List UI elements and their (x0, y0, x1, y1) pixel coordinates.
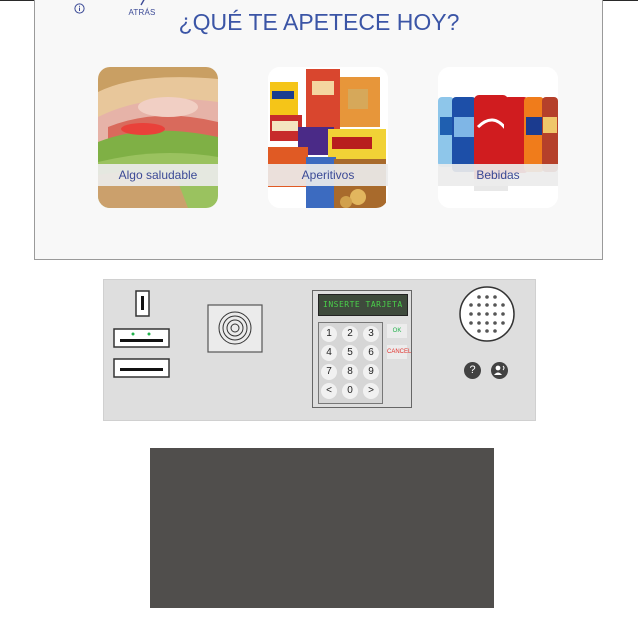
card-slot[interactable] (114, 329, 169, 347)
lcd-display: INSERTE TARJETA (318, 294, 408, 316)
category-label: Bebidas (438, 164, 558, 186)
key-1[interactable]: 1 (321, 326, 337, 342)
drinks-image (438, 67, 558, 208)
key-4[interactable]: 4 (321, 345, 337, 361)
snacks-image (268, 67, 388, 208)
key-7[interactable]: 7 (321, 364, 337, 380)
back-arrow-icon (140, 0, 145, 6)
receipt-slot[interactable] (114, 359, 169, 377)
category-label: Aperitivos (268, 164, 388, 186)
category-card-snacks[interactable]: Aperitivos (268, 67, 388, 208)
key-forward[interactable]: > (363, 383, 379, 399)
key-9[interactable]: 9 (363, 364, 379, 380)
assistance-icon (494, 365, 505, 375)
key-5[interactable]: 5 (342, 345, 358, 361)
accessibility-button[interactable] (491, 362, 508, 379)
numeric-keypad: 1 2 3 4 5 6 7 8 9 < 0 > (318, 322, 383, 404)
category-label: Algo saludable (98, 164, 218, 186)
key-2[interactable]: 2 (342, 326, 358, 342)
contactless-reader-icon[interactable] (208, 305, 262, 352)
key-back[interactable]: < (321, 383, 337, 399)
category-card-drinks[interactable]: Bebidas (438, 67, 558, 208)
key-6[interactable]: 6 (363, 345, 379, 361)
category-card-healthy[interactable]: Algo saludable (98, 67, 218, 208)
page-title: ¿QUÉ TE APETECE HOY? (178, 9, 460, 35)
key-0[interactable]: 0 (342, 383, 358, 399)
ok-button[interactable]: OK (387, 324, 407, 338)
key-8[interactable]: 8 (342, 364, 358, 380)
help-button[interactable]: ? (464, 362, 481, 379)
speaker-grille-icon (460, 287, 514, 341)
key-3[interactable]: 3 (363, 326, 379, 342)
cancel-button[interactable]: CANCEL (387, 345, 411, 359)
sandwich-image (98, 67, 218, 208)
product-dispenser-door[interactable] (150, 448, 494, 608)
